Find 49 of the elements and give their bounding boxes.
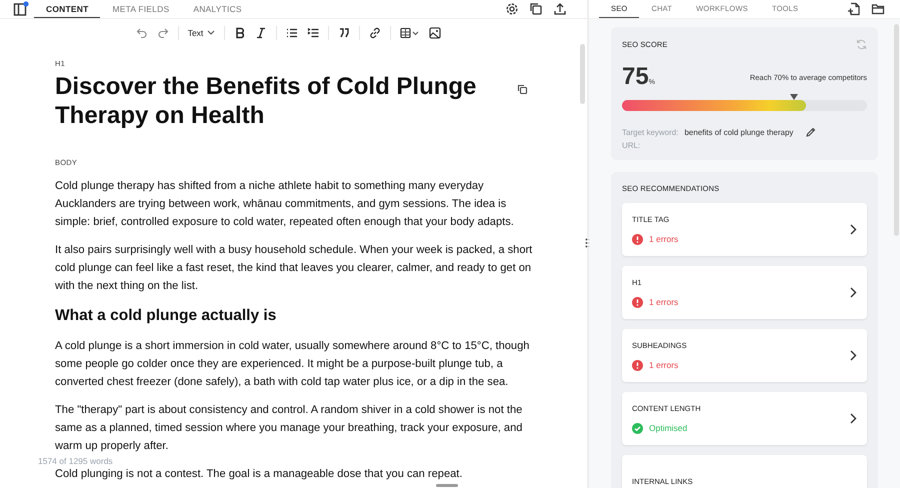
upload-icon[interactable] [553,2,567,16]
body-paragraph: Cold plunge therapy has shifted from a niche athlete habit to something many everyday Aucklanders are trying between work, whānau commitments, and gym sessions. The idea is simple: brief, controlled exposure to cold water, repeated often enough that your body adapts. [55,179,515,230]
chevron-right-icon [850,287,857,298]
quote-icon[interactable] [338,27,350,39]
table-icon[interactable] [400,27,420,39]
document-title[interactable]: Discover the Benefits of Cold Plunge Therapy on Health [55,72,495,130]
keyword-value: benefits of cold plunge therapy [684,128,794,137]
chevron-right-icon [850,350,857,361]
chevron-right-icon [850,224,857,235]
body-paragraph: A cold plunge is a short immersion in cold water, usually somewhere around 8°C to 15°C, though some people go colder once they are experienced. It might be a purpose-built plunge tub, a converted chest freezer (done safely), a bath with cold tap water plus ice, or a dip in the sea. [55,339,530,390]
word-count: 1574 of 1295 words [38,456,113,466]
recommendation-status: 1 errors [632,296,678,308]
text-style-dropdown[interactable]: Text [188,28,216,38]
bold-icon[interactable] [234,27,246,39]
body-paragraph: It also pairs surprisingly well with a busy household schedule. When your week is packed, a short cold plunge can feel like a fast reset, the kind that leaves you clearer, calmer, and ready to get on with the next thing on the list. [55,243,533,294]
panel-icon[interactable] [13,1,29,17]
editor-tab[interactable]: META FIELDS [100,0,182,18]
keyword-label: Target keyword: [622,128,678,137]
copy-icon[interactable] [529,2,543,16]
edit-icon[interactable] [805,127,816,138]
chevron-right-icon [850,413,857,424]
editor-tab[interactable]: ANALYTICS [181,0,254,18]
copy-icon[interactable] [517,84,528,95]
bullet-list-icon[interactable] [286,27,298,39]
numbered-list-icon[interactable] [307,27,320,39]
caret-icon [207,30,216,36]
body-paragraph: Cold plunging is not a contest. The goal is a manageable dose that you can repeat. [55,467,464,482]
scrollbar-thumb[interactable] [894,24,899,236]
settings-icon[interactable] [505,2,519,16]
recommendation-status: 1 errors [632,360,687,370]
url-label: URL: [622,141,642,150]
recommendation-status: Optimised [632,422,701,434]
error-icon [632,234,643,244]
subheading: What a cold plunge actually is [55,306,278,326]
resize-handle[interactable] [436,484,458,487]
link-icon[interactable] [369,27,382,39]
image-icon[interactable] [429,27,442,39]
italic-icon[interactable] [255,27,268,39]
recommendation-status: 1 errors [632,234,678,244]
folder-icon[interactable] [871,2,885,16]
new-file-icon[interactable] [847,2,861,16]
error-icon [632,296,643,308]
redo-icon[interactable] [156,27,169,39]
undo-icon[interactable] [136,27,148,39]
body-paragraph: The "therapy" part is about consistency and control. A random shiver in a cold shower is not the same as a planned, timed session where you manage your breathing, track your exposure, and warm up properly after. [55,403,524,454]
check-icon [632,422,643,434]
error-icon [632,360,643,370]
scrollbar-thumb[interactable] [580,44,585,104]
editor-tab[interactable]: CONTENT [34,0,100,18]
